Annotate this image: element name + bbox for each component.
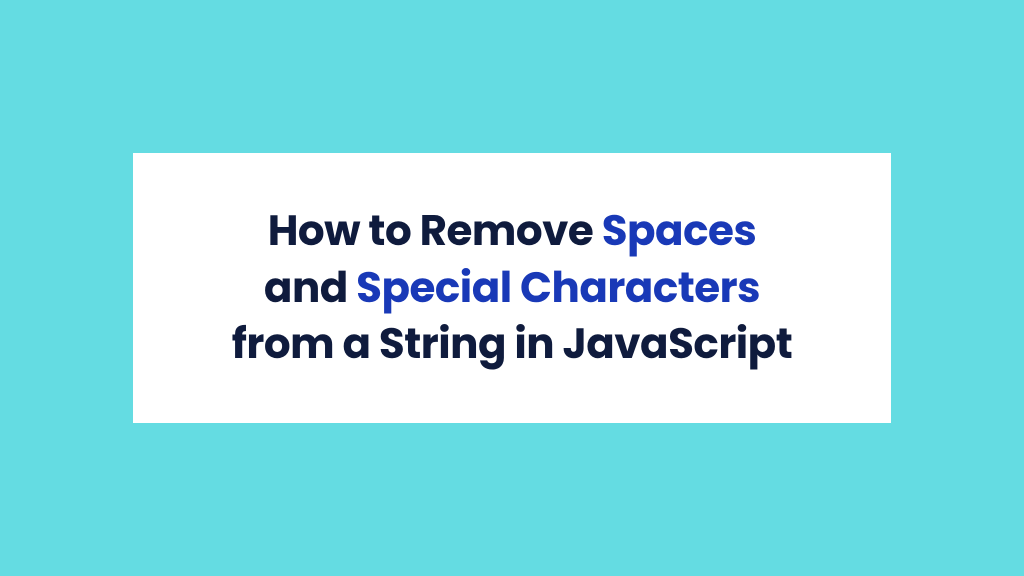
page-title: How to Remove Spaces and Special Charact…: [173, 203, 851, 373]
content-card: How to Remove Spaces and Special Charact…: [133, 153, 891, 423]
title-text-2: and: [264, 258, 356, 317]
title-text-1: How to Remove: [268, 201, 602, 260]
title-text-3: from a String in JavaScript: [232, 314, 793, 373]
title-highlight-1: Spaces: [602, 201, 757, 260]
title-highlight-2: Special Characters: [356, 258, 760, 317]
